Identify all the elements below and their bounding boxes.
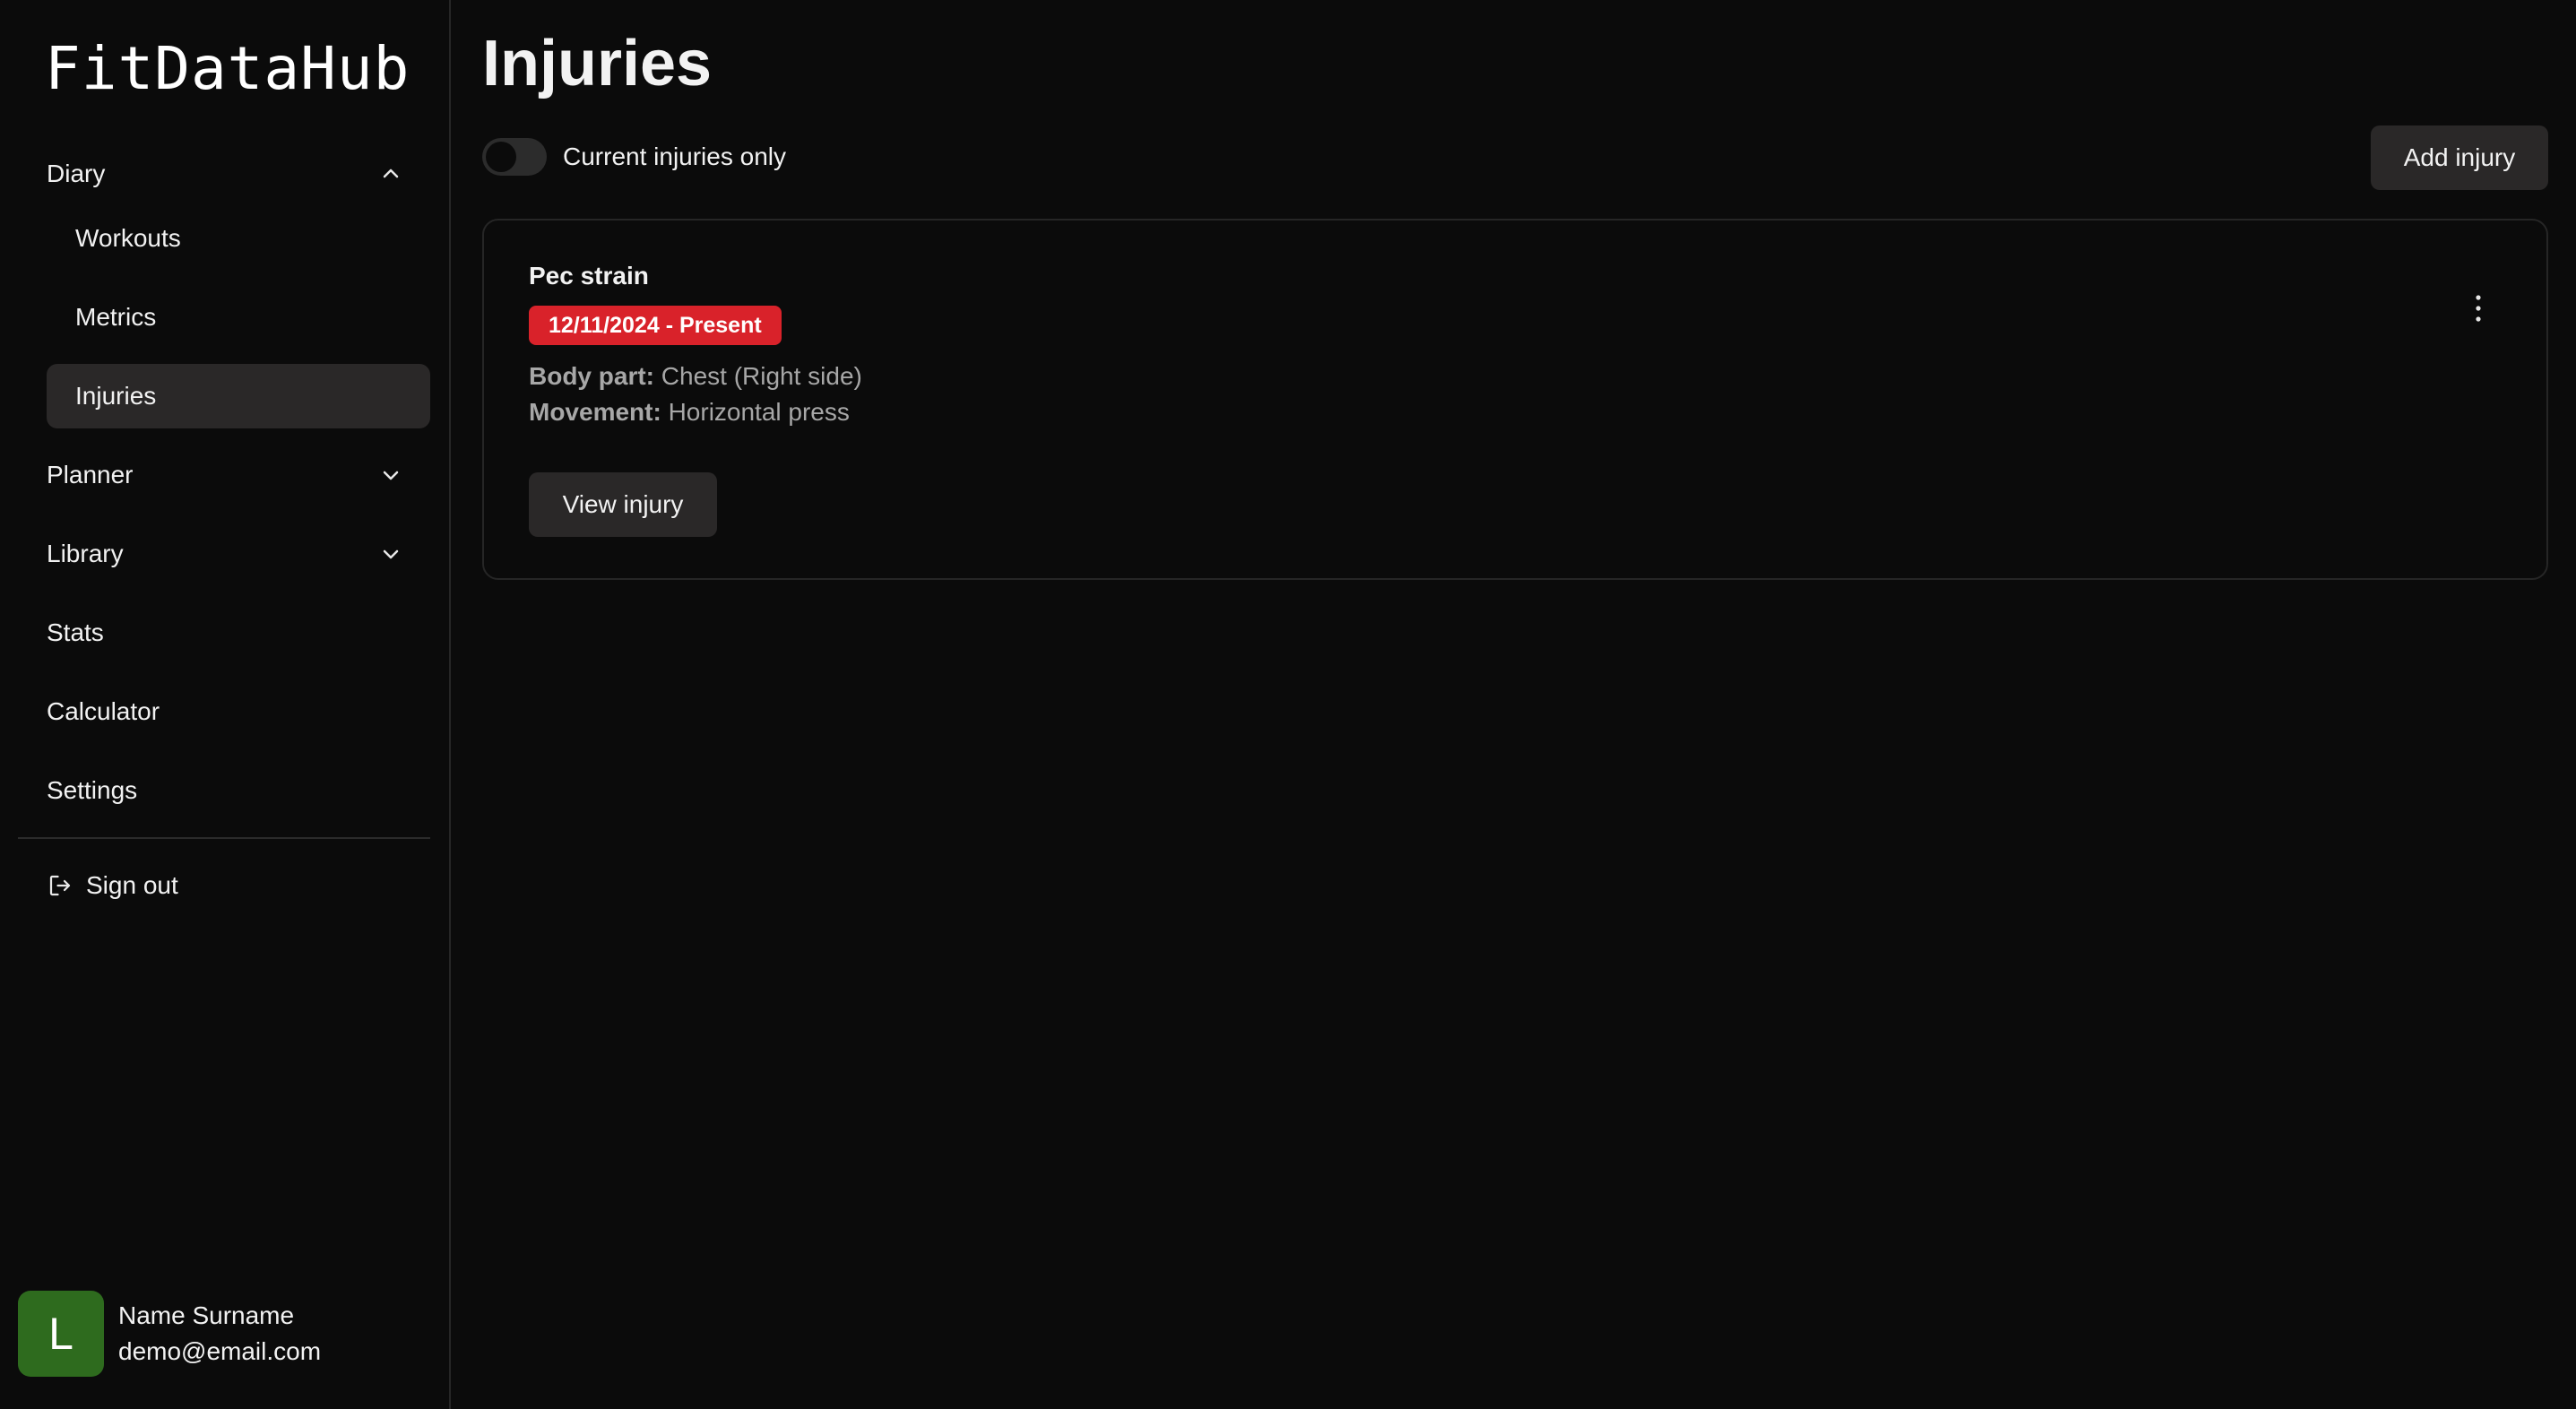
nav-settings-label: Settings	[47, 776, 138, 804]
nav-diary[interactable]: Diary	[47, 142, 430, 206]
more-options-icon[interactable]	[2469, 292, 2487, 324]
avatar: L	[18, 1291, 104, 1377]
sidebar: FitDataHub Diary Workouts Metrics Injuri…	[0, 0, 451, 1409]
sidebar-divider	[18, 837, 430, 839]
body-part-row: Body part: Chest (Right side)	[529, 362, 862, 391]
app-logo[interactable]: FitDataHub	[45, 34, 410, 103]
movement-row: Movement: Horizontal press	[529, 398, 850, 427]
injury-name: Pec strain	[529, 262, 649, 290]
user-email: demo@email.com	[118, 1337, 322, 1365]
nav-item-workouts[interactable]: Workouts	[47, 206, 430, 271]
nav-calculator[interactable]: Calculator	[47, 679, 430, 744]
nav-planner[interactable]: Planner	[47, 443, 430, 507]
nav-stats-label: Stats	[47, 618, 104, 646]
nav-stats[interactable]: Stats	[47, 601, 430, 665]
toggle-knob	[486, 142, 516, 172]
nav-item-label: Workouts	[75, 224, 181, 252]
date-range-badge: 12/11/2024 - Present	[529, 306, 782, 345]
nav-calculator-label: Calculator	[47, 697, 160, 725]
sign-out-icon	[49, 875, 71, 896]
user-profile[interactable]: L Name Surname demo@email.com	[18, 1291, 321, 1377]
main-content: Injuries Current injuries only Add injur…	[453, 0, 2576, 1409]
page-title: Injuries	[482, 28, 713, 99]
nav-diary-label: Diary	[47, 160, 106, 187]
add-injury-button[interactable]: Add injury	[2371, 125, 2548, 190]
user-info: Name Surname demo@email.com	[118, 1298, 321, 1370]
nav-item-metrics[interactable]: Metrics	[47, 285, 430, 350]
toggle-label: Current injuries only	[563, 143, 786, 170]
sign-out-label: Sign out	[86, 871, 178, 899]
chevron-up-icon	[383, 169, 399, 178]
body-part-label: Body part:	[529, 362, 654, 390]
nav-item-injuries[interactable]: Injuries	[47, 364, 430, 428]
current-injuries-filter[interactable]: Current injuries only	[482, 138, 786, 176]
current-injuries-toggle[interactable]	[482, 138, 547, 176]
injury-card: Pec strain 12/11/2024 - Present Body par…	[482, 219, 2548, 580]
body-part-value: Chest (Right side)	[661, 362, 862, 390]
movement-value: Horizontal press	[668, 398, 850, 426]
chevron-down-icon	[383, 471, 399, 480]
chevron-down-icon	[383, 549, 399, 559]
movement-label: Movement:	[529, 398, 661, 426]
nav-settings[interactable]: Settings	[47, 758, 430, 823]
nav-library[interactable]: Library	[47, 522, 430, 586]
user-name: Name Surname	[118, 1301, 295, 1329]
view-injury-button[interactable]: View injury	[529, 472, 717, 537]
nav-item-label: Metrics	[75, 303, 157, 331]
sign-out-button[interactable]: Sign out	[47, 853, 178, 918]
nav-library-label: Library	[47, 540, 124, 567]
nav-planner-label: Planner	[47, 461, 134, 488]
nav-item-label: Injuries	[75, 382, 157, 410]
